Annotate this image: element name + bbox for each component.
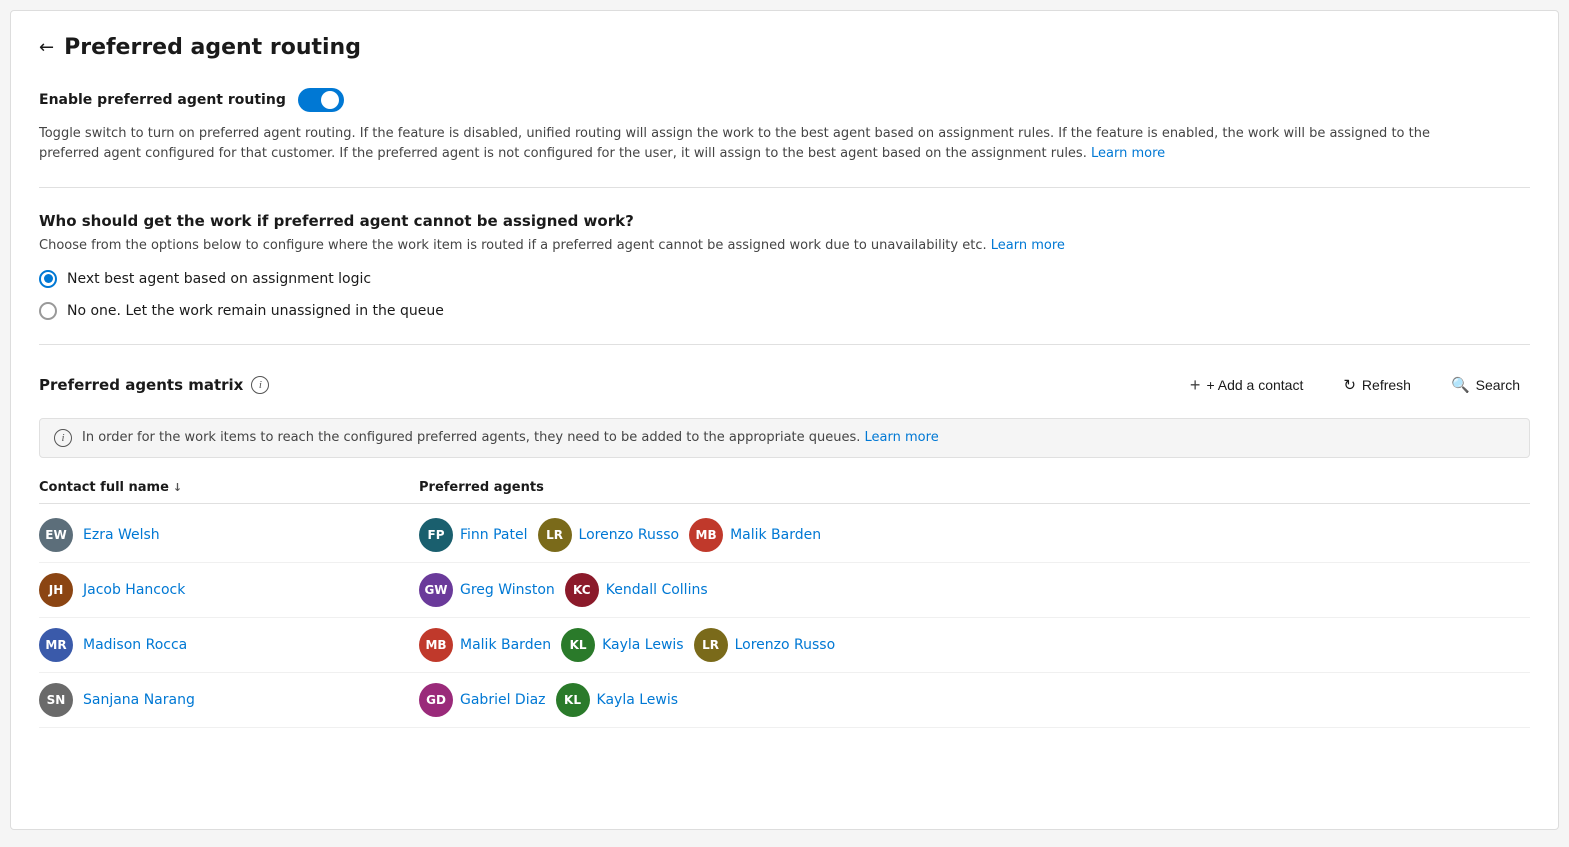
agent-avatar: FP [419, 518, 453, 552]
contact-cell: MR Madison Rocca [39, 628, 419, 662]
radio-label-no-one: No one. Let the work remain unassigned i… [67, 303, 444, 319]
page-header: ← Preferred agent routing [39, 35, 1530, 60]
table-row: EW Ezra Welsh FP Finn Patel LR Lorenzo Russo M… [39, 508, 1530, 563]
agent-name-link[interactable]: Finn Patel [460, 527, 528, 543]
agent-avatar: KL [556, 683, 590, 717]
fallback-learn-more-link[interactable]: Learn more [991, 238, 1065, 253]
refresh-button[interactable]: ↻ Refresh [1333, 370, 1421, 400]
sort-arrow[interactable]: ↓ [173, 481, 182, 494]
contact-name-link[interactable]: Jacob Hancock [83, 582, 185, 598]
table-row: MR Madison Rocca MB Malik Barden KL Kayla Lew… [39, 618, 1530, 673]
matrix-header: Preferred agents matrix i + + Add a cont… [39, 369, 1530, 402]
agent-name-link[interactable]: Lorenzo Russo [579, 527, 680, 543]
contact-cell: JH Jacob Hancock [39, 573, 419, 607]
search-button[interactable]: 🔍 Search [1441, 370, 1530, 400]
matrix-actions: + + Add a contact ↻ Refresh 🔍 Search [1180, 369, 1530, 402]
agent-name-link[interactable]: Kayla Lewis [597, 692, 679, 708]
contact-cell: SN Sanjana Narang [39, 683, 419, 717]
agent-avatar: GD [419, 683, 453, 717]
col-preferred-agents: Preferred agents [419, 480, 1530, 495]
agents-matrix-table: Contact full name ↓ Preferred agents EWE… [39, 472, 1530, 728]
toggle-label: Enable preferred agent routing [39, 92, 286, 108]
agents-cell: FP Finn Patel LR Lorenzo Russo MB Malik Barde… [419, 518, 1530, 552]
banner-learn-more-link[interactable]: Learn more [865, 430, 939, 445]
contact-name-link[interactable]: Madison Rocca [83, 637, 187, 653]
agent-avatar: MB [419, 628, 453, 662]
agent-item: LR Lorenzo Russo [538, 518, 680, 552]
contact-name-link[interactable]: Sanjana Narang [83, 692, 195, 708]
fallback-description: Choose from the options below to configu… [39, 236, 1489, 256]
agents-cell: GD Gabriel Diaz KL Kayla Lewis [419, 683, 1530, 717]
contact-name-link[interactable]: Ezra Welsh [83, 527, 160, 543]
radio-next-best[interactable]: Next best agent based on assignment logi… [39, 270, 1530, 288]
matrix-section: Preferred agents matrix i + + Add a cont… [39, 369, 1530, 728]
toggle-row: Enable preferred agent routing [39, 88, 1530, 112]
agent-item: MB Malik Barden [689, 518, 821, 552]
table-body: EWEzra WelshFPFinn PatelLRLorenzo RussoM… [39, 508, 1530, 728]
banner-text: In order for the work items to reach the… [82, 430, 939, 445]
table-headers: Contact full name ↓ Preferred agents [39, 472, 1530, 504]
agent-name-link[interactable]: Malik Barden [730, 527, 821, 543]
contact-avatar: MR [39, 628, 73, 662]
banner-info-icon: i [54, 429, 72, 447]
agent-item: KC Kendall Collins [565, 573, 708, 607]
radio-circle-next-best [39, 270, 57, 288]
info-banner: i In order for the work items to reach t… [39, 418, 1530, 458]
fallback-section: Who should get the work if preferred age… [39, 212, 1530, 345]
agent-avatar: GW [419, 573, 453, 607]
agent-item: MB Malik Barden [419, 628, 551, 662]
page-title: Preferred agent routing [64, 35, 361, 60]
agent-name-link[interactable]: Kayla Lewis [602, 637, 684, 653]
contact-cell: EW Ezra Welsh [39, 518, 419, 552]
agent-avatar: LR [538, 518, 572, 552]
radio-no-one[interactable]: No one. Let the work remain unassigned i… [39, 302, 1530, 320]
radio-circle-no-one [39, 302, 57, 320]
agent-name-link[interactable]: Greg Winston [460, 582, 555, 598]
fallback-heading: Who should get the work if preferred age… [39, 212, 1530, 230]
table-row: JH Jacob Hancock GW Greg Winston KC Kendall C… [39, 563, 1530, 618]
agent-avatar: MB [689, 518, 723, 552]
contact-avatar: SN [39, 683, 73, 717]
agents-cell: MB Malik Barden KL Kayla Lewis LR Lorenzo Rus… [419, 628, 1530, 662]
agent-item: FP Finn Patel [419, 518, 528, 552]
search-icon: 🔍 [1451, 376, 1470, 394]
agent-name-link[interactable]: Lorenzo Russo [735, 637, 836, 653]
agent-item: GD Gabriel Diaz [419, 683, 546, 717]
agent-avatar: KC [565, 573, 599, 607]
add-icon: + [1190, 375, 1201, 396]
agent-name-link[interactable]: Gabriel Diaz [460, 692, 546, 708]
toggle-learn-more-link[interactable]: Learn more [1091, 146, 1165, 161]
contact-avatar: EW [39, 518, 73, 552]
contact-avatar: JH [39, 573, 73, 607]
agents-cell: GW Greg Winston KC Kendall Collins [419, 573, 1530, 607]
matrix-title-row: Preferred agents matrix i [39, 376, 269, 394]
agent-item: LR Lorenzo Russo [694, 628, 836, 662]
col-contact-name: Contact full name ↓ [39, 480, 419, 495]
agent-avatar: KL [561, 628, 595, 662]
add-contact-button[interactable]: + + Add a contact [1180, 369, 1313, 402]
preferred-agent-toggle[interactable] [298, 88, 344, 112]
agent-item: KL Kayla Lewis [556, 683, 679, 717]
radio-label-next-best: Next best agent based on assignment logi… [67, 271, 371, 287]
agent-item: GW Greg Winston [419, 573, 555, 607]
agent-item: KL Kayla Lewis [561, 628, 684, 662]
fallback-options: Next best agent based on assignment logi… [39, 270, 1530, 320]
refresh-icon: ↻ [1343, 376, 1356, 394]
agent-name-link[interactable]: Malik Barden [460, 637, 551, 653]
agent-name-link[interactable]: Kendall Collins [606, 582, 708, 598]
toggle-section: Enable preferred agent routing Toggle sw… [39, 88, 1530, 188]
back-button[interactable]: ← [39, 37, 54, 58]
table-row: SN Sanjana Narang GD Gabriel Diaz KL Kayla Le… [39, 673, 1530, 728]
toggle-description: Toggle switch to turn on preferred agent… [39, 124, 1489, 163]
matrix-title: Preferred agents matrix [39, 376, 243, 394]
agent-avatar: LR [694, 628, 728, 662]
matrix-info-icon[interactable]: i [251, 376, 269, 394]
